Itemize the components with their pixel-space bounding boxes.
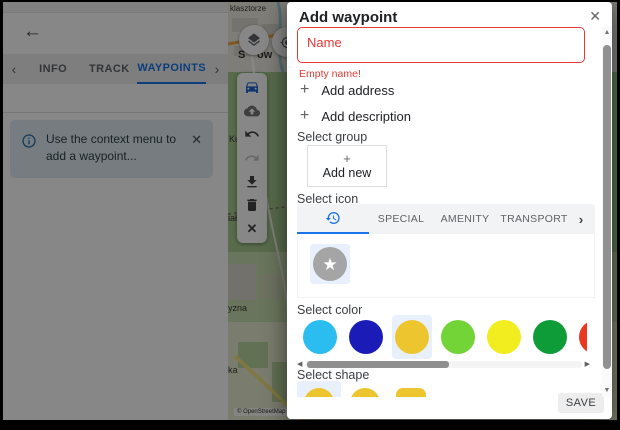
scroll-up-arrow-icon[interactable]: ▲ <box>602 29 612 36</box>
color-option-red[interactable] <box>576 315 587 359</box>
color-option-cyan[interactable] <box>300 315 340 359</box>
rounded-square-shape <box>396 388 426 397</box>
dialog-title: Add waypoint <box>299 9 397 26</box>
dialog-scrollbar[interactable]: ▲ ▼ <box>602 26 612 397</box>
scrollbar-track[interactable] <box>305 361 582 368</box>
color-swatch <box>441 320 475 354</box>
add-description-label: Add description <box>321 109 411 124</box>
dialog-close-icon[interactable]: ✕ <box>589 8 601 25</box>
select-group-label: Select group <box>297 130 367 144</box>
scroll-right-arrow-icon[interactable]: ▶ <box>582 361 590 368</box>
color-option-yellow[interactable] <box>484 315 524 359</box>
circle-shape <box>304 388 334 397</box>
color-swatch <box>349 320 383 354</box>
star-icon: ★ <box>313 247 347 281</box>
icon-tab-bar: SPECIAL AMENITY TRANSPORT › <box>297 204 595 234</box>
scrollbar-thumb[interactable] <box>307 361 449 368</box>
name-field: Name <box>297 27 585 63</box>
icon-tabs-more-icon[interactable]: › <box>571 204 591 234</box>
color-option-light-green[interactable] <box>438 315 478 359</box>
icon-grid: ★ <box>297 234 595 298</box>
circle-shape <box>350 388 380 397</box>
shape-option-circle-selected[interactable] <box>297 381 341 397</box>
color-swatch <box>303 320 337 354</box>
shape-option-rounded-square[interactable] <box>389 381 433 397</box>
plus-icon: + <box>300 82 309 98</box>
icon-picker: SPECIAL AMENITY TRANSPORT › ★ <box>297 204 595 298</box>
color-option-green[interactable] <box>530 315 570 359</box>
dialog-scrollbar-thumb[interactable] <box>603 45 611 369</box>
color-row-scrollbar[interactable]: ◀ ▶ <box>297 360 590 368</box>
color-option-gold-selected[interactable] <box>392 315 432 359</box>
icon-tab-amenity[interactable]: AMENITY <box>433 204 497 234</box>
plus-icon: + <box>300 108 309 124</box>
add-address-label: Add address <box>321 83 394 98</box>
color-swatch <box>579 320 587 354</box>
save-button[interactable]: SAVE <box>558 393 604 413</box>
add-description-button[interactable]: + Add description <box>300 108 411 124</box>
select-shape-label: Select shape <box>297 368 369 382</box>
icon-tab-recent[interactable] <box>297 204 369 234</box>
color-picker-row <box>297 315 587 359</box>
scroll-down-arrow-icon[interactable]: ▼ <box>602 387 612 394</box>
plus-icon: + <box>343 152 351 165</box>
icon-option-star-selected[interactable]: ★ <box>310 244 350 284</box>
color-swatch <box>533 320 567 354</box>
add-waypoint-dialog: Add waypoint ✕ Name Empty name! + Add ad… <box>287 2 612 419</box>
color-swatch <box>395 320 429 354</box>
color-swatch <box>487 320 521 354</box>
name-input[interactable] <box>298 28 584 62</box>
shape-option-circle[interactable] <box>343 381 387 397</box>
icon-tab-transport[interactable]: TRANSPORT <box>497 204 571 234</box>
icon-tab-special[interactable]: SPECIAL <box>369 204 433 234</box>
history-icon <box>325 210 341 226</box>
add-address-button[interactable]: + Add address <box>300 82 394 98</box>
color-option-navy[interactable] <box>346 315 386 359</box>
shape-picker-row <box>297 381 587 397</box>
scroll-left-arrow-icon[interactable]: ◀ <box>297 361 305 368</box>
add-new-label: Add new <box>323 166 372 180</box>
name-error-text: Empty name! <box>299 68 361 80</box>
add-new-group-button[interactable]: + Add new <box>307 145 387 187</box>
